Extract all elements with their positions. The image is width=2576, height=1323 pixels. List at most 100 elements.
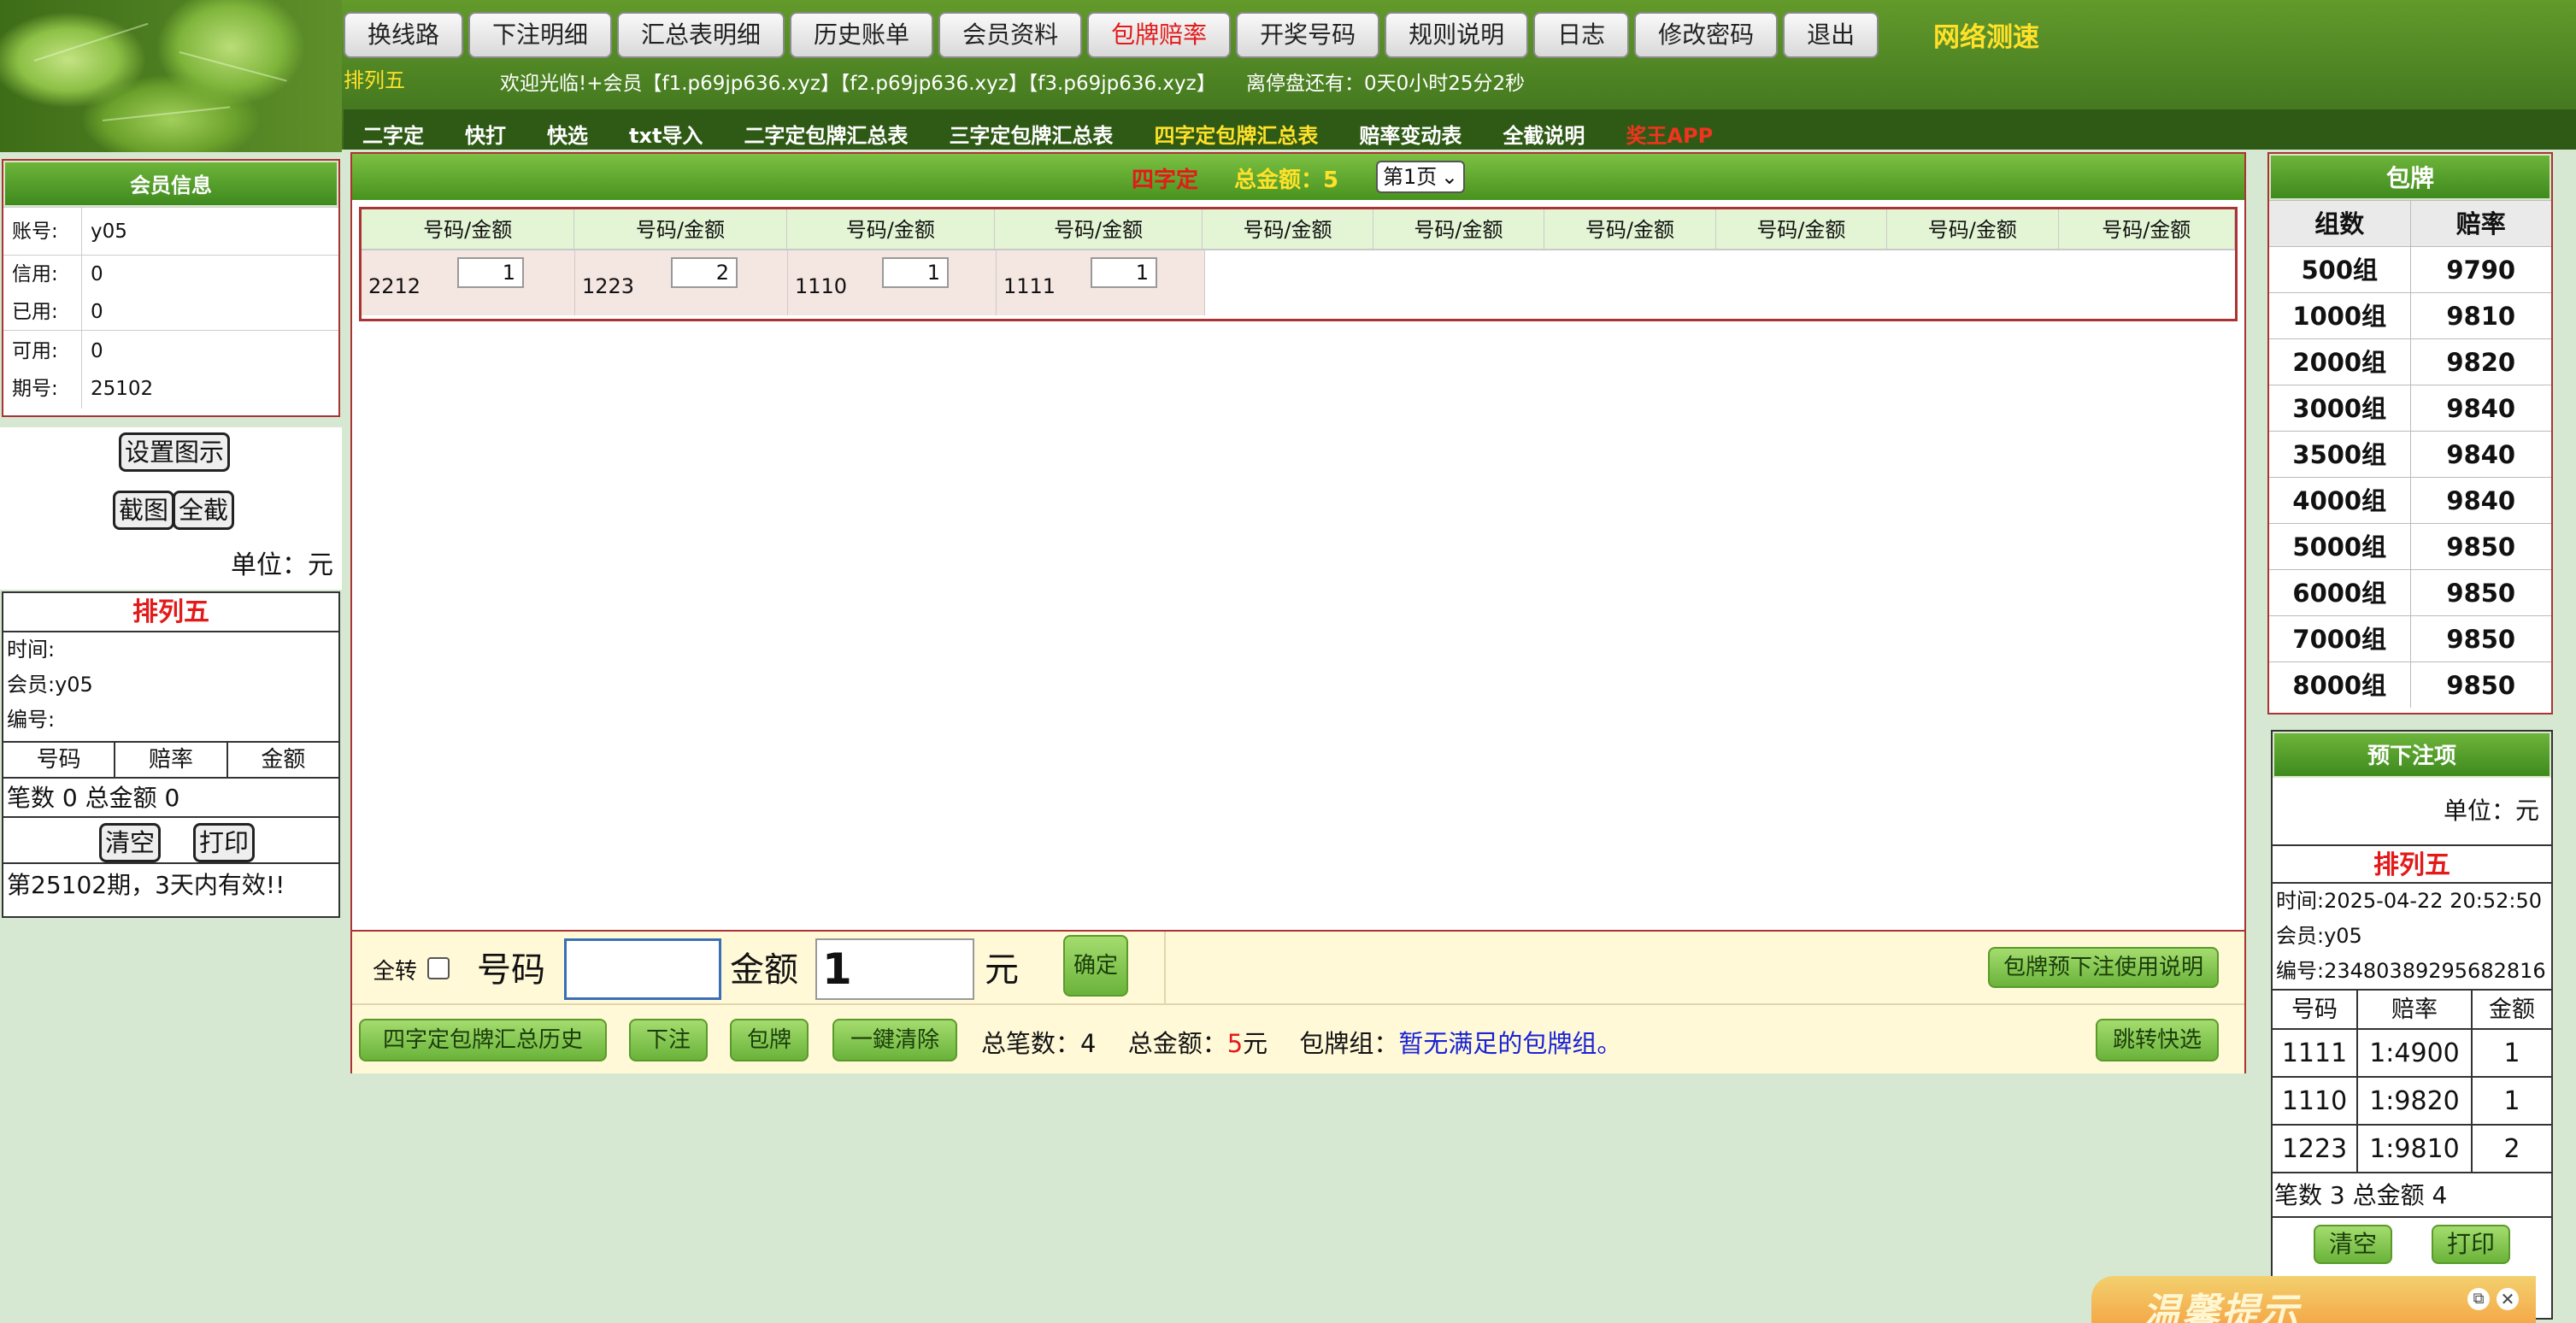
odds-value: 9820 xyxy=(2446,348,2516,377)
subnav-txt-import[interactable]: txt导入 xyxy=(629,119,703,149)
pre-bet-print-button[interactable]: 打印 xyxy=(2432,1225,2510,1264)
page-select[interactable]: 第1页 ⌄ xyxy=(1376,161,1465,193)
nav-history-bills-button[interactable]: 历史账单 xyxy=(790,12,934,58)
screenshot-button[interactable]: 截图 xyxy=(113,491,175,530)
odds-value: 9850 xyxy=(2446,532,2516,562)
count-label: 总笔数： xyxy=(981,1029,1081,1058)
network-speed-link[interactable]: 网络测速 xyxy=(1933,15,2039,54)
subnav-four-digit-summary[interactable]: 四字定包牌汇总表 xyxy=(1154,119,1318,149)
column-header: 号码/金额 xyxy=(574,209,787,249)
unit-text: 单位：元 xyxy=(231,550,333,580)
bet-cell: 1111 1 xyxy=(997,250,1205,315)
welcome-text: 欢迎光临!+会员【f1.p69jp636.xyz】【f2.p69jp636.xy… xyxy=(500,73,1216,95)
pre-bet-title: 预下注项 xyxy=(2273,732,2551,778)
pre-bet-member: 会员:y05 xyxy=(2276,924,2362,948)
amount-unit: 元 xyxy=(1243,1029,1268,1058)
pre-bet-time: 时间:2025-04-22 20:52:50 xyxy=(2276,889,2542,913)
valid-note: 第25102期，3天内有效!! xyxy=(7,871,285,899)
package-odds-row: 3000组 9840 xyxy=(2269,385,2551,431)
nav-summary-details-button[interactable]: 汇总表明细 xyxy=(617,12,785,58)
all-transfer-checkbox[interactable] xyxy=(427,957,450,979)
nav-switch-line-button[interactable]: 换线路 xyxy=(344,12,464,58)
nav-package-odds-button[interactable]: 包牌赔率 xyxy=(1087,12,1232,58)
bet-number: 1110 xyxy=(795,274,848,298)
column-header: 号码/金额 xyxy=(1887,209,2059,249)
group-value: 暂无满足的包牌组。 xyxy=(1398,1029,1622,1058)
nav-log-button[interactable]: 日志 xyxy=(1533,12,1630,58)
column-header: 号码 xyxy=(2273,991,2358,1028)
sub-nav: 二字定 快打 快选 txt导入 二字定包牌汇总表 三字定包牌汇总表 四字定包牌汇… xyxy=(362,119,1713,149)
bet-summary: 总笔数：4 总金额：5元 包牌组：暂无满足的包牌组。 xyxy=(981,1024,1621,1060)
history-button[interactable]: 四字定包牌汇总历史 xyxy=(359,1019,607,1061)
bet-amount-input[interactable]: 1 xyxy=(882,257,949,288)
member-row-credit-used: 信用: 已用: 0 0 xyxy=(3,255,338,330)
notice-popup[interactable]: 温馨提示 ⧉ ✕ xyxy=(2091,1276,2536,1323)
subnav-two-digit-summary[interactable]: 二字定包牌汇总表 xyxy=(744,119,908,149)
count-value: 4 xyxy=(1080,1029,1097,1058)
nav-rules-button[interactable]: 规则说明 xyxy=(1385,12,1529,58)
pre-bet-clear-button[interactable]: 清空 xyxy=(2314,1225,2392,1264)
ticket-summary: 笔数 0 总金额 0 xyxy=(3,779,338,818)
subnav-three-digit-summary[interactable]: 三字定包牌汇总表 xyxy=(949,119,1113,149)
nav-draw-numbers-button[interactable]: 开奖号码 xyxy=(1236,12,1380,58)
restore-icon[interactable]: ⧉ xyxy=(2467,1288,2490,1310)
member-label: 期号: xyxy=(12,378,58,400)
package-odds-panel: 包牌 组数 赔率 500组 9790 1000组 9810 2000组 9820 3000组… xyxy=(2267,152,2553,714)
bet-amount-input[interactable]: 1 xyxy=(457,257,524,288)
package-odds-row: 2000组 9820 xyxy=(2269,338,2551,385)
bet-table-row: 2212 1 1223 2 1110 1 1111 1 xyxy=(362,250,2235,315)
close-icon[interactable]: ✕ xyxy=(2497,1288,2519,1310)
settings-icon-button[interactable]: 设置图示 xyxy=(119,432,231,472)
bet-amount-input[interactable]: 1 xyxy=(1091,257,1157,288)
pre-bet-odds: 1:4900 xyxy=(2358,1030,2473,1076)
pre-bet-unit: 单位：元 xyxy=(2443,797,2539,825)
column-header: 号码/金额 xyxy=(2059,209,2235,249)
ticket-title: 排列五 xyxy=(3,593,338,632)
pre-bet-odds: 1:9810 xyxy=(2358,1126,2473,1172)
subnav-quick-play[interactable]: 快打 xyxy=(465,119,506,149)
number-input[interactable] xyxy=(564,938,721,1000)
subnav-full-cut-info[interactable]: 全截说明 xyxy=(1503,119,1585,149)
pre-bet-columns: 号码 赔率 金额 xyxy=(2273,989,2551,1028)
subnav-quick-select[interactable]: 快选 xyxy=(547,119,588,149)
amount-input[interactable]: 1 xyxy=(815,938,974,1000)
jump-quick-select-button[interactable]: 跳转快选 xyxy=(2096,1019,2219,1061)
odds-value: 9840 xyxy=(2446,486,2516,515)
page-select-value: 第1页 xyxy=(1383,165,1438,189)
member-info-panel: 会员信息 账号: y05 信用: 已用: 0 0 可用: 期号: 0 25102 xyxy=(2,159,340,417)
nav-logout-button[interactable]: 退出 xyxy=(1783,12,1879,58)
pre-bet-number: 1223 xyxy=(2273,1126,2358,1172)
nav-member-profile-button[interactable]: 会员资料 xyxy=(938,12,1083,58)
ticket-number: 编号: xyxy=(7,708,56,732)
package-button[interactable]: 包牌 xyxy=(730,1019,809,1061)
popup-title: 温馨提示 xyxy=(2143,1291,2300,1323)
group-count: 1000组 xyxy=(2269,293,2411,338)
pre-bet-odds: 1:9820 xyxy=(2358,1078,2473,1124)
full-screenshot-button[interactable]: 全截 xyxy=(173,491,235,530)
bet-number: 2212 xyxy=(368,274,421,298)
nav-change-password-button[interactable]: 修改密码 xyxy=(1634,12,1779,58)
bet-button[interactable]: 下注 xyxy=(629,1019,708,1061)
column-header: 赔率 xyxy=(115,743,228,777)
nav-bet-details-button[interactable]: 下注明细 xyxy=(468,12,613,58)
member-label: 账号: xyxy=(3,208,82,255)
all-transfer-label: 全转 xyxy=(373,959,418,985)
clear-button[interactable]: 清空 xyxy=(99,823,162,862)
clear-all-button[interactable]: 一鍵清除 xyxy=(832,1019,957,1061)
odds-value: 9840 xyxy=(2446,394,2516,423)
group-label: 包牌组： xyxy=(1299,1029,1399,1058)
column-header: 号码 xyxy=(3,743,116,777)
bet-amount-input[interactable]: 2 xyxy=(671,257,738,288)
confirm-button[interactable]: 确定 xyxy=(1063,935,1128,997)
subnav-two-digit[interactable]: 二字定 xyxy=(362,119,424,149)
group-count: 500组 xyxy=(2269,247,2411,292)
subnav-odds-changes[interactable]: 赔率变动表 xyxy=(1359,119,1461,149)
print-button[interactable]: 打印 xyxy=(193,823,256,862)
ticket-member: 会员:y05 xyxy=(7,673,93,697)
subnav-app-link[interactable]: 奖王APP xyxy=(1626,119,1713,149)
bet-cell: 2212 1 xyxy=(362,250,575,315)
odds-value: 9850 xyxy=(2446,671,2516,700)
package-odds-row: 6000组 9850 xyxy=(2269,569,2551,615)
help-button[interactable]: 包牌预下注使用说明 xyxy=(1988,947,2219,988)
member-value: y05 xyxy=(91,220,127,243)
